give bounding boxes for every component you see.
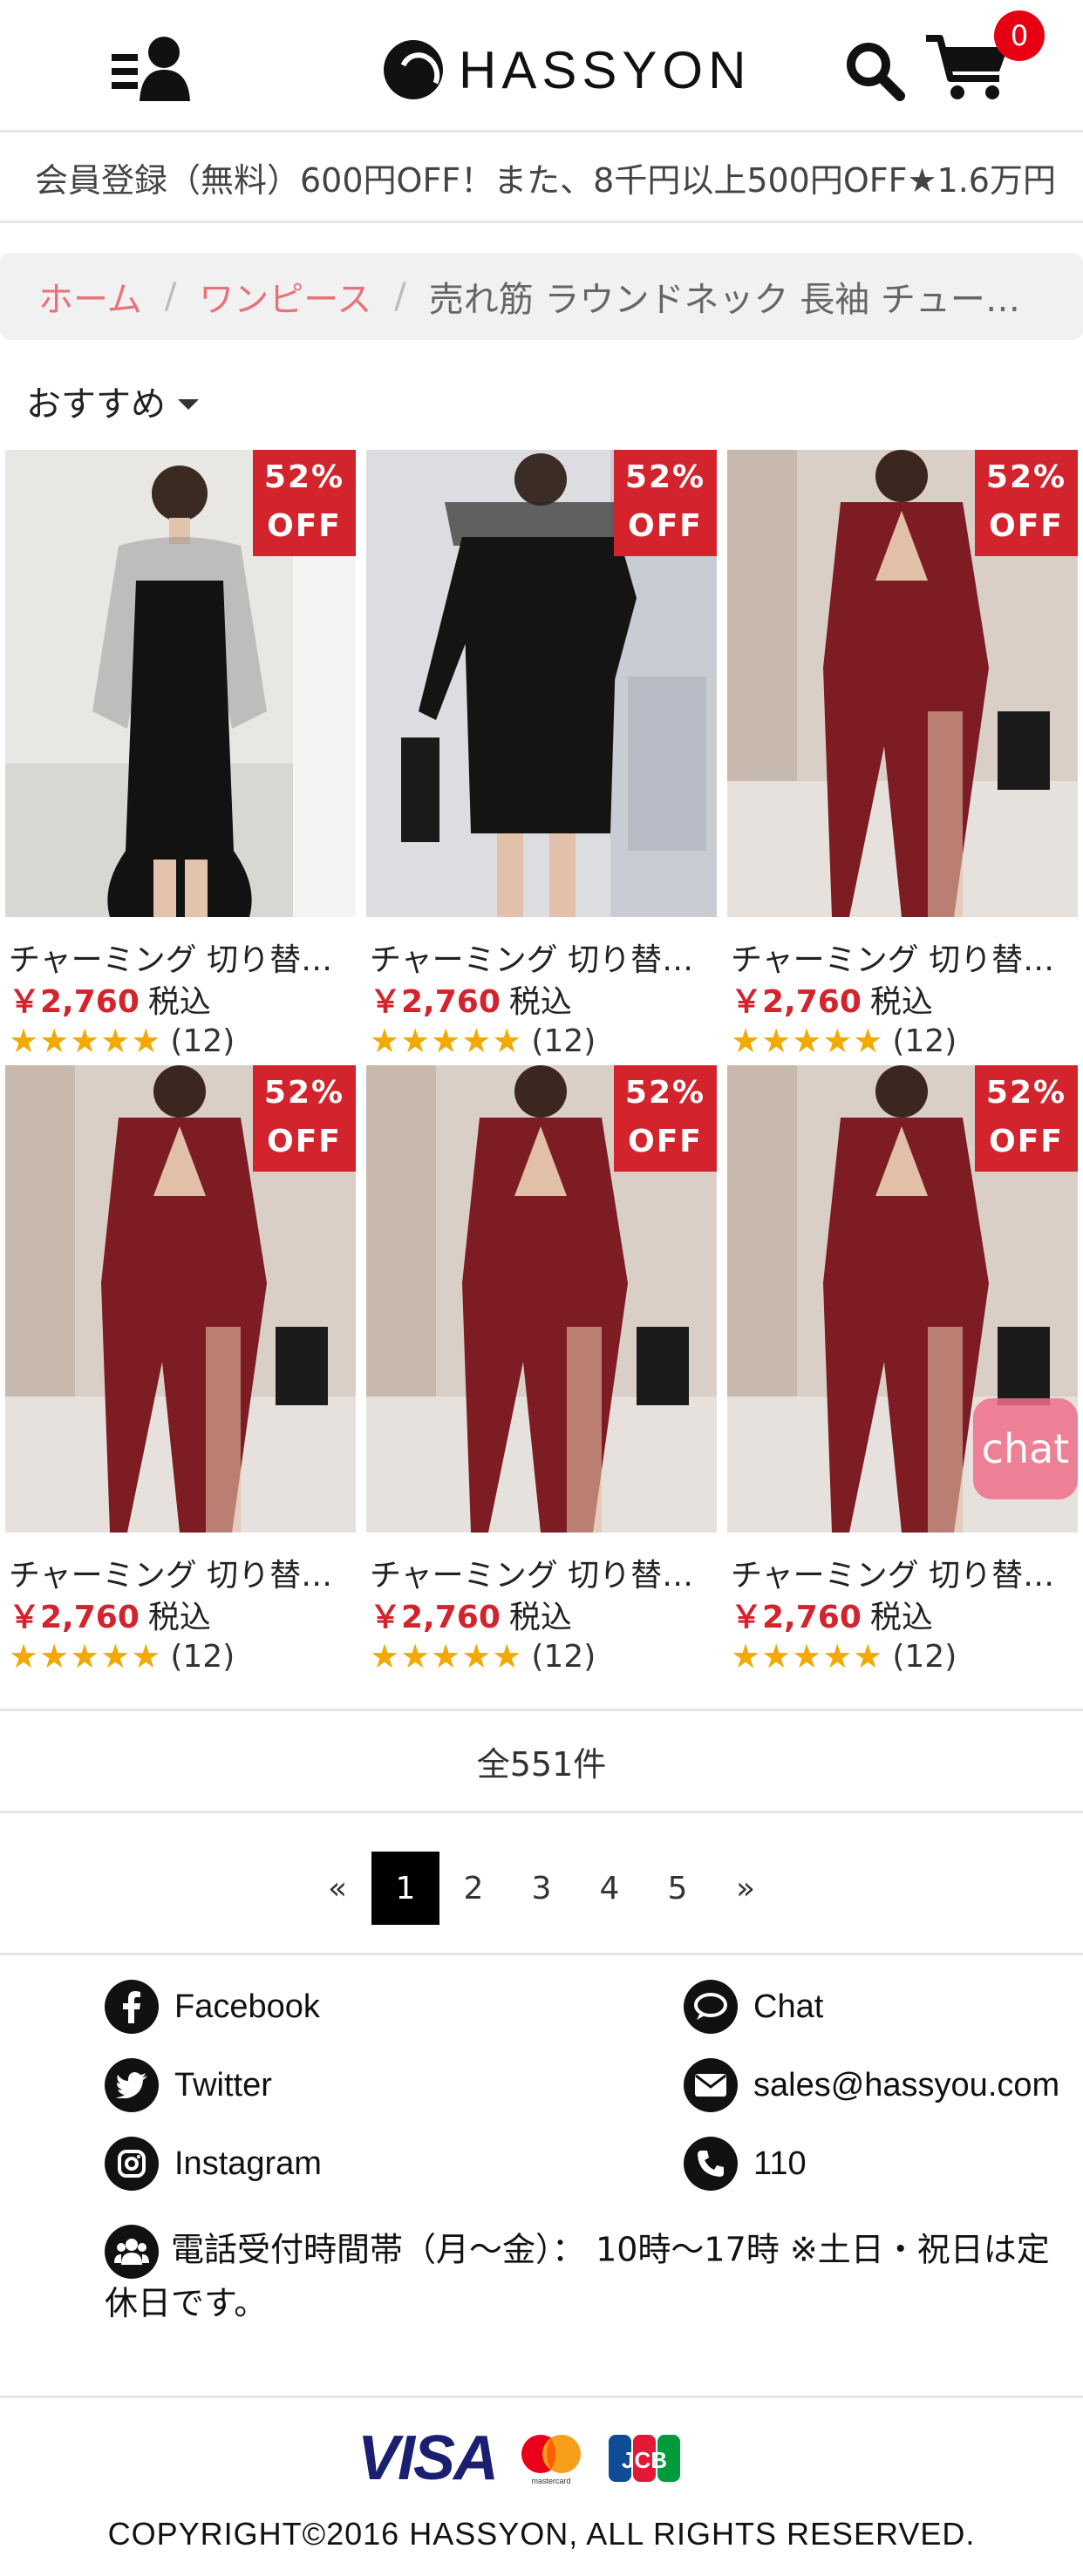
rating-stars-icon: ★★★★★ [9,1637,162,1675]
user-menu-icon[interactable] [112,35,192,105]
brand-name: HASSYON [459,40,752,99]
product-price: ￥2,760 税込 [370,1600,572,1635]
discount-badge: 52% OFF [975,1065,1078,1172]
rating-stars-icon: ★★★★★ [370,1022,523,1060]
breadcrumb-separator: / [164,276,177,316]
payment-methods: VISA mastercard JCB [358,2423,684,2493]
chat-bubble-icon [684,1980,738,2034]
product-title[interactable]: チャーミング 切り替… [731,1550,1074,1595]
product-image[interactable]: 52% OFF [366,450,717,917]
pagination-page-2[interactable]: 2 [439,1852,507,1925]
breadcrumb-category[interactable]: ワンピース [199,271,371,322]
product-rating: ★★★★★ (12) [9,1022,235,1060]
product-price: ￥2,760 税込 [9,1600,211,1635]
business-hours: 電話受付時間帯（月～金）： 10時～17時 ※土日・祝日は定休日です。 [105,2225,1064,2328]
phone-icon [684,2137,738,2191]
discount-badge: 52% OFF [253,450,356,556]
product-card[interactable]: 52% OFF チャーミング 切り替… ￥2,760 税込 ★★★★★ (12) [5,450,356,1060]
sort-dropdown[interactable]: おすすめ [26,375,199,427]
instagram-icon [105,2137,159,2191]
product-image[interactable]: 52% OFF [366,1065,717,1533]
jcb-logo: JCB [609,2435,681,2482]
visa-logo: VISA [358,2423,499,2493]
brand-mark-icon [384,40,443,99]
product-image[interactable]: 52% OFF [5,1065,356,1533]
product-rating: ★★★★★ (12) [370,1637,596,1675]
footer-link-twitter[interactable]: Twitter [105,2057,272,2113]
breadcrumb-home[interactable]: ホーム [38,271,142,322]
product-image[interactable]: 52% OFF [727,450,1078,917]
chat-float-button[interactable]: chat [973,1398,1078,1499]
discount-badge: 52% OFF [614,1065,717,1172]
footer-link-chat[interactable]: Chat [684,1979,823,2035]
product-card[interactable]: 52% OFF チャーミング 切り替… ￥2,760 税込 ★★★★★ (12) [727,1065,1078,1675]
product-title[interactable]: チャーミング 切り替… [731,935,1074,980]
search-icon[interactable] [844,40,905,101]
svg-text:JCB: JCB [622,2447,667,2473]
caret-down-icon [178,399,199,410]
pagination: « 1 2 3 4 5 » [0,1852,1083,1925]
announcement-bar: 会員登録（無料）600円OFF！また、8千円以上500円OFF★1.6万円 [0,133,1083,223]
sort-selected: おすすめ [26,384,166,425]
product-price: ￥2,760 税込 [9,984,211,1020]
product-title[interactable]: チャーミング 切り替… [370,935,713,980]
product-price: ￥2,760 税込 [731,1600,933,1635]
product-card[interactable]: 52% OFF チャーミング 切り替… ￥2,760 税込 ★★★★★ (12) [727,450,1078,1060]
twitter-icon [105,2058,159,2112]
discount-badge: 52% OFF [253,1065,356,1172]
cart-count-badge: 0 [994,10,1045,61]
product-card[interactable]: 52% OFF チャーミング 切り替… ￥2,760 税込 ★★★★★ (12) [5,1065,356,1675]
announcement-text: 会員登録（無料）600円OFF！また、8千円以上500円OFF★1.6万円 [35,161,1056,200]
product-rating: ★★★★★ (12) [370,1022,596,1060]
product-card[interactable]: 52% OFF チャーミング 切り替… ￥2,760 税込 ★★★★★ (12) [366,450,717,1060]
mastercard-logo: mastercard [521,2435,582,2485]
product-rating: ★★★★★ (12) [9,1637,235,1675]
pagination-next[interactable]: » [712,1852,780,1925]
rating-stars-icon: ★★★★★ [370,1637,523,1675]
footer-link-instagram[interactable]: Instagram [105,2136,322,2192]
facebook-icon [105,1980,159,2034]
discount-badge: 52% OFF [975,450,1078,556]
rating-stars-icon: ★★★★★ [731,1022,884,1060]
envelope-icon [684,2058,738,2112]
discount-badge: 52% OFF [614,450,717,556]
product-price: ￥2,760 税込 [731,984,933,1020]
site-header: HASSYON 0 [0,0,1083,133]
product-card[interactable]: 52% OFF チャーミング 切り替… ￥2,760 税込 ★★★★★ (12) [366,1065,717,1675]
product-title[interactable]: チャーミング 切り替… [9,935,352,980]
product-title[interactable]: チャーミング 切り替… [9,1550,352,1595]
footer-link-phone[interactable]: 110 [684,2136,807,2192]
svg-text:mastercard: mastercard [532,2477,571,2485]
product-price: ￥2,760 税込 [370,984,572,1020]
product-rating: ★★★★★ (12) [731,1022,957,1060]
divider [0,1953,1083,1955]
pagination-prev[interactable]: « [303,1852,371,1925]
breadcrumb-separator: / [394,276,406,316]
footer-link-facebook[interactable]: Facebook [105,1979,320,2035]
divider [0,2396,1083,2398]
result-count: 全551件 [0,1709,1083,1813]
breadcrumb-current: 売れ筋 ラウンドネック 長袖 チュール… [428,280,1039,320]
product-title[interactable]: チャーミング 切り替… [370,1550,713,1595]
breadcrumb: ホーム / ワンピース / 売れ筋 ラウンドネック 長袖 チュール… [0,253,1083,340]
brand-logo[interactable]: HASSYON [384,35,751,105]
pagination-page-1[interactable]: 1 [371,1852,439,1925]
rating-stars-icon: ★★★★★ [9,1022,162,1060]
group-icon [105,2225,159,2279]
copyright: COPYRIGHT©2016 HASSYON, ALL RIGHTS RESER… [107,2516,976,2552]
footer-link-email[interactable]: sales@hassyou.com [684,2057,1059,2113]
pagination-page-5[interactable]: 5 [644,1852,712,1925]
pagination-page-4[interactable]: 4 [576,1852,644,1925]
product-rating: ★★★★★ (12) [731,1637,957,1675]
pagination-page-3[interactable]: 3 [507,1852,576,1925]
product-image[interactable]: 52% OFF [5,450,356,917]
rating-stars-icon: ★★★★★ [731,1637,884,1675]
